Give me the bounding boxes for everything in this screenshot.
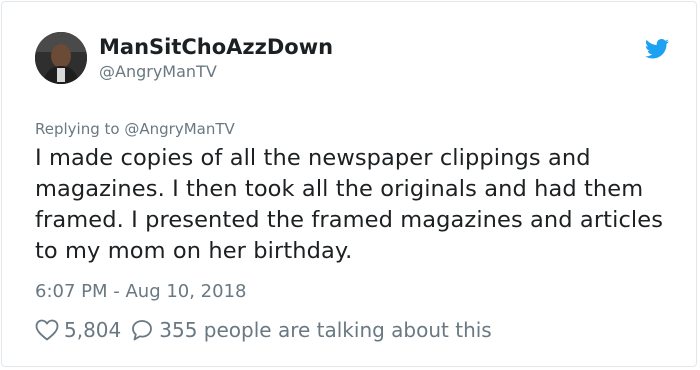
conversation-count: 355 people are talking about this xyxy=(159,318,492,342)
tweet-text: I made copies of all the newspaper clipp… xyxy=(35,145,664,264)
like-button[interactable]: 5,804 xyxy=(35,318,131,342)
tweet-card: ManSitChoAzzDown @AngryManTV Replying to… xyxy=(1,1,697,367)
display-name[interactable]: ManSitChoAzzDown xyxy=(99,35,333,59)
conversation-link[interactable]: 355 people are talking about this xyxy=(131,318,492,342)
replying-to-mention[interactable]: @AngryManTV xyxy=(124,120,234,138)
avatar[interactable] xyxy=(35,32,87,84)
user-handle[interactable]: @AngryManTV xyxy=(99,62,217,81)
tweet-timestamp[interactable]: 6:07 PM - Aug 10, 2018 xyxy=(35,281,247,302)
heart-icon xyxy=(35,319,59,341)
replying-to-prefix: Replying to xyxy=(35,120,120,138)
like-count: 5,804 xyxy=(64,318,122,342)
avatar-image xyxy=(35,32,87,84)
replying-to: Replying to @AngryManTV xyxy=(35,120,235,138)
twitter-bird-icon[interactable] xyxy=(645,39,669,59)
speech-bubble-icon xyxy=(132,320,153,341)
tweet-actions: 5,804 355 people are talking about this xyxy=(35,315,492,345)
